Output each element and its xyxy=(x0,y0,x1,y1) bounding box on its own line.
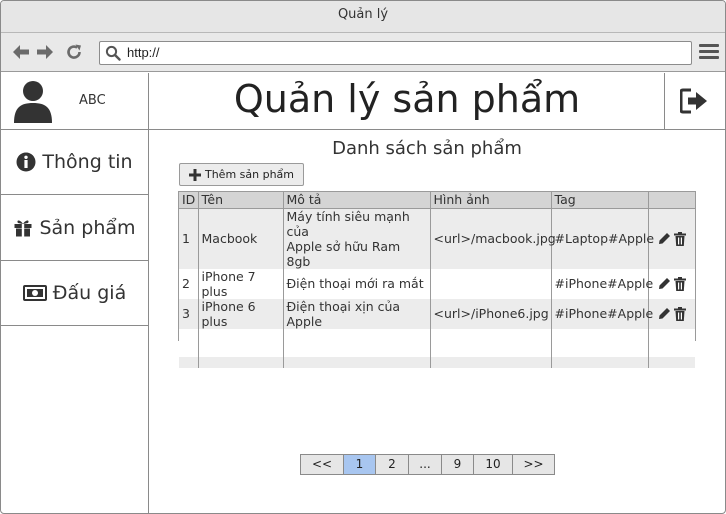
page-ellipsis: ... xyxy=(409,455,442,474)
back-icon[interactable] xyxy=(11,42,31,62)
forward-icon[interactable] xyxy=(35,42,55,62)
list-title: Danh sách sản phẩm xyxy=(332,138,522,159)
cell-description: Điện thoại mới ra mắt xyxy=(283,268,431,299)
column-header-name: Tên xyxy=(198,192,284,209)
gift-icon xyxy=(14,220,32,237)
url-text: http:// xyxy=(127,45,160,60)
search-icon xyxy=(105,45,121,61)
sidebar-item-auction[interactable]: Đấu giá xyxy=(1,261,148,326)
delete-icon[interactable] xyxy=(673,306,686,321)
page-button-9[interactable]: 9 xyxy=(442,455,474,474)
logout-button[interactable] xyxy=(664,73,725,130)
column-header-tag: Tag xyxy=(551,192,649,209)
pagination: << 1 2 ... 9 10 >> xyxy=(300,454,555,475)
table-row: 2 iPhone 7 plus Điện thoại mới ra mắt #i… xyxy=(179,268,695,299)
column-header-image: Hình ảnh xyxy=(430,192,552,209)
cell-id: 2 xyxy=(179,268,199,299)
page-button-2[interactable]: 2 xyxy=(376,455,409,474)
product-table: ID Tên Mô tả Hình ảnh Tag 1 Macbook Máy … xyxy=(178,191,696,368)
reload-icon[interactable] xyxy=(64,42,84,62)
add-product-button[interactable]: Thêm sản phẩm xyxy=(179,163,304,186)
cell-name: Macbook xyxy=(198,208,284,269)
add-product-label: Thêm sản phẩm xyxy=(204,168,295,181)
table-row: 1 Macbook Máy tính siêu mạnh của Apple sở… xyxy=(179,208,695,269)
user-panel: ABC xyxy=(1,73,148,130)
sidebar: ABC Thông tin Sản phẩm Đấu giá xyxy=(1,73,149,513)
page-title: Quản lý sản phẩm xyxy=(149,73,665,130)
sidebar-item-label: Đấu giá xyxy=(52,282,127,304)
sidebar-item-products[interactable]: Sản phẩm xyxy=(1,196,148,261)
edit-icon[interactable] xyxy=(658,307,671,320)
cell-id: 3 xyxy=(179,298,199,329)
delete-icon[interactable] xyxy=(673,276,686,291)
sidebar-item-info[interactable]: Thông tin xyxy=(1,130,148,195)
page-prev-button[interactable]: << xyxy=(301,455,344,474)
page-next-button[interactable]: >> xyxy=(513,455,554,474)
column-header-description: Mô tả xyxy=(283,192,431,209)
menu-icon[interactable] xyxy=(699,44,719,62)
cell-name: iPhone 6 plus xyxy=(198,298,284,329)
logout-icon xyxy=(680,88,707,114)
cell-tag: #Laptop#Apple xyxy=(551,208,654,269)
avatar xyxy=(14,81,52,123)
sidebar-item-label: Thông tin xyxy=(42,151,133,173)
description-line: Apple sở hữu Ram 8gb xyxy=(286,238,401,269)
window-title: Quản lý xyxy=(1,1,725,33)
cell-id: 1 xyxy=(179,208,199,269)
cell-image: <url>/iPhone6.jpg xyxy=(430,298,552,329)
description-line: Máy tính siêu mạnh của xyxy=(286,208,410,239)
cell-description: Điện thoại xịn của Apple xyxy=(283,298,431,329)
cell-tag: #iPhone#Apple xyxy=(551,268,653,299)
page-button-10[interactable]: 10 xyxy=(474,455,513,474)
plus-icon xyxy=(188,168,201,181)
cell-image: <url>/macbook.jpg xyxy=(430,208,556,269)
column-header-id: ID xyxy=(179,192,199,209)
cell-image xyxy=(430,268,552,299)
address-bar[interactable]: http:// xyxy=(99,41,692,65)
table-row-empty xyxy=(179,356,695,368)
page-button-1[interactable]: 1 xyxy=(344,455,376,474)
user-name: ABC xyxy=(79,93,106,108)
delete-icon[interactable] xyxy=(673,231,686,246)
info-icon xyxy=(16,152,36,172)
cell-name: iPhone 7 plus xyxy=(198,268,284,299)
table-row-empty xyxy=(179,328,695,357)
cell-tag: #iPhone#Apple xyxy=(551,298,653,329)
column-header-actions xyxy=(648,192,695,209)
edit-icon[interactable] xyxy=(658,277,671,290)
table-row: 3 iPhone 6 plus Điện thoại xịn của Apple… xyxy=(179,298,695,329)
cell-description: Máy tính siêu mạnh của Apple sở hữu Ram 8… xyxy=(283,208,431,269)
money-icon xyxy=(22,285,47,301)
browser-window: Quản lý http:// ABC Thông tin Sản phẩm Đ… xyxy=(0,0,726,514)
browser-toolbar: http:// xyxy=(1,33,725,72)
edit-icon[interactable] xyxy=(658,232,671,245)
sidebar-item-label: Sản phẩm xyxy=(39,217,136,239)
table-header-row: ID Tên Mô tả Hình ảnh Tag xyxy=(179,192,695,209)
